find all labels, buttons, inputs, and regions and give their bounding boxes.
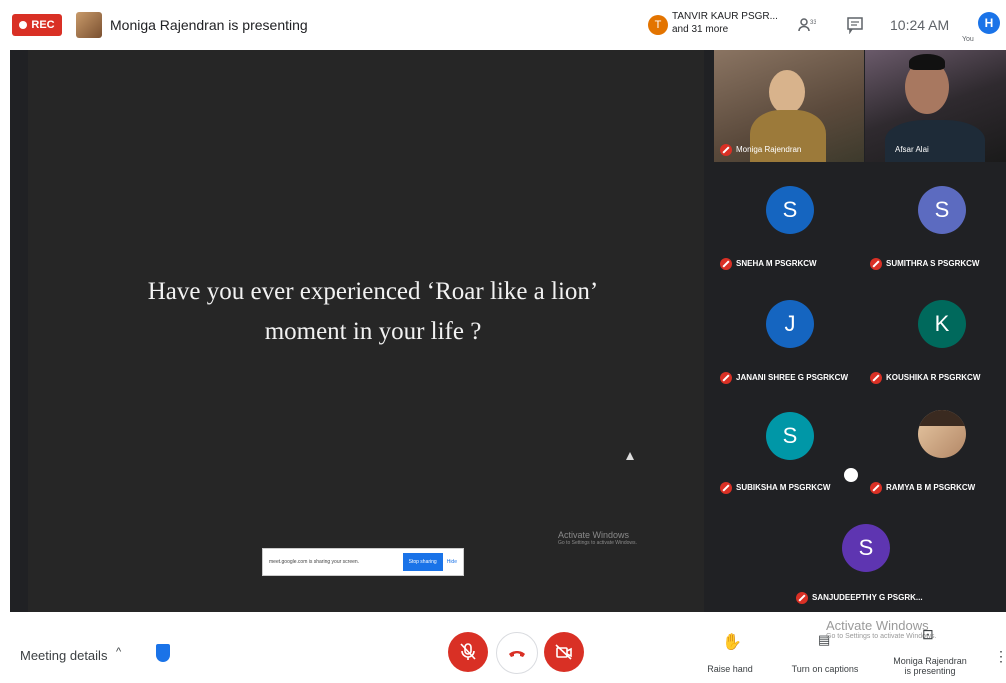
captions-button[interactable]: Turn on captions (790, 664, 860, 674)
pin-icon[interactable] (844, 468, 858, 482)
participant-name: JANANI SHREE G PSGRKCW (736, 373, 849, 382)
participant-tile[interactable]: RAMYA B M PSGRKCW (864, 394, 1006, 500)
screen-share-bar: meet.google.com is sharing your screen. … (262, 548, 464, 576)
camera-toggle[interactable] (544, 632, 584, 672)
you-label: You (962, 36, 974, 43)
participant-tile[interactable]: Afsar Alai (865, 50, 1006, 162)
camera-off-icon (555, 644, 572, 660)
watermark-title: Activate Windows (826, 618, 929, 633)
recording-label: REC (31, 19, 55, 31)
participant-avatar: J (766, 300, 814, 348)
participant-avatar: S (766, 412, 814, 460)
presenting-button[interactable]: Moniga Rajendran is presenting (888, 656, 972, 676)
participant-avatar: S (766, 186, 814, 234)
mic-off-icon (796, 592, 808, 604)
mic-off-icon (870, 258, 882, 270)
present-screen-icon[interactable]: ⊡ (922, 626, 934, 643)
recording-badge: REC (12, 14, 62, 36)
participant-name: KOUSHIKA R PSGRKCW (886, 373, 981, 382)
chevron-up-icon[interactable]: ^ (116, 646, 121, 658)
participant-photo (918, 410, 966, 458)
participant-tile[interactable]: S SUMITHRA S PSGRKCW (864, 166, 1006, 276)
participant-body (885, 120, 985, 162)
top-bar: REC Moniga Rajendran is presenting T TAN… (0, 0, 1006, 50)
participant-tile[interactable]: S SNEHA M PSGRKCW (714, 166, 858, 276)
more-options-icon[interactable]: ⋮ (994, 648, 1006, 665)
participant-tile[interactable]: J JANANI SHREE G PSGRKCW (714, 280, 858, 390)
presenter-name: Moniga Rajendran (893, 656, 967, 666)
activate-windows-watermark: Activate Windows Go to Settings to activ… (826, 618, 937, 640)
leave-call-button[interactable] (496, 632, 538, 674)
participant-body (750, 110, 826, 162)
participant-tile[interactable]: S SANJUDEEPTHY G PSGRK... (790, 502, 944, 610)
raise-hand-icon[interactable]: ✋ (722, 632, 742, 652)
microphone-toggle[interactable] (448, 632, 488, 672)
participant-count: and 31 more (672, 24, 729, 35)
slide-text: Have you ever experienced ‘Roar like a l… (28, 272, 718, 352)
presentation-stage: Have you ever experienced ‘Roar like a l… (10, 50, 718, 612)
participant-tile[interactable]: K KOUSHIKA R PSGRKCW (864, 280, 1006, 390)
presenting-status: is presenting (904, 666, 956, 676)
slide-line-1: Have you ever experienced ‘Roar like a l… (147, 278, 599, 305)
stop-sharing-button[interactable]: Stop sharing (402, 553, 443, 571)
clock: 10:24 AM (890, 17, 950, 33)
meeting-details-button[interactable]: Meeting details (20, 648, 107, 663)
participant-name: SUBIKSHA M PSGRKCW (736, 483, 831, 492)
bottom-toolbar: Meeting details ^ ✋ Raise hand ▤ Turn on… (0, 612, 1006, 683)
watermark-title: Activate Windows (558, 530, 630, 540)
participant-avatar: S (918, 186, 966, 234)
presenter-thumbnail (76, 12, 102, 38)
participant-name: Moniga Rajendran (736, 145, 802, 154)
shield-icon[interactable] (156, 644, 170, 662)
participant-name: SUMITHRA S PSGRKCW (886, 259, 980, 268)
user-avatar[interactable]: H (978, 12, 1000, 34)
participant-name: SANJUDEEPTHY G PSGRK... (812, 593, 923, 602)
mic-off-icon (720, 372, 732, 384)
participant-avatar: K (918, 300, 966, 348)
participant-hair (909, 54, 945, 70)
participant-avatar: S (842, 524, 890, 572)
watermark-subtitle: Go to Settings to activate Windows. (558, 540, 637, 546)
participant-name: Afsar Alai (895, 145, 929, 154)
participant-tile[interactable]: S SUBIKSHA M PSGRKCW (714, 394, 858, 500)
mic-off-icon (870, 372, 882, 384)
slide-line-2: moment in your life ? (264, 318, 482, 345)
activate-windows-watermark: Activate Windows Go to Settings to activ… (558, 530, 637, 546)
participant-grid: Moniga Rajendran Afsar Alai S SNEHA M PS… (704, 50, 1006, 612)
mouse-cursor-icon (626, 452, 634, 460)
participant-avatar[interactable]: T (648, 15, 668, 35)
share-message: meet.google.com is sharing your screen. (269, 559, 360, 565)
hide-button[interactable]: Hide (447, 559, 463, 565)
presenting-status: Moniga Rajendran is presenting (110, 17, 308, 33)
mic-off-icon (720, 144, 732, 156)
participant-video (769, 70, 805, 114)
mic-off-icon (720, 258, 732, 270)
participant-name: RAMYA B M PSGRKCW (886, 483, 976, 492)
people-icon[interactable]: 33 (798, 16, 817, 34)
mic-off-icon (720, 482, 732, 494)
participant-tile[interactable]: Moniga Rajendran (714, 50, 864, 162)
shared-slide: Have you ever experienced ‘Roar like a l… (28, 50, 718, 612)
hang-up-icon (509, 651, 525, 657)
record-dot-icon (19, 21, 28, 29)
raise-hand-button[interactable]: Raise hand (700, 664, 760, 674)
mic-off-icon (460, 643, 476, 660)
svg-text:33: 33 (810, 20, 816, 26)
watermark-subtitle: Go to Settings to activate Windows. (826, 633, 937, 640)
participant-name: TANVIR KAUR PSGR... (672, 11, 778, 22)
participants-summary[interactable]: TANVIR KAUR PSGR... and 31 more (672, 10, 778, 36)
participant-name: SNEHA M PSGRKCW (736, 259, 817, 268)
mic-off-icon (870, 482, 882, 494)
chat-icon[interactable] (846, 16, 864, 35)
